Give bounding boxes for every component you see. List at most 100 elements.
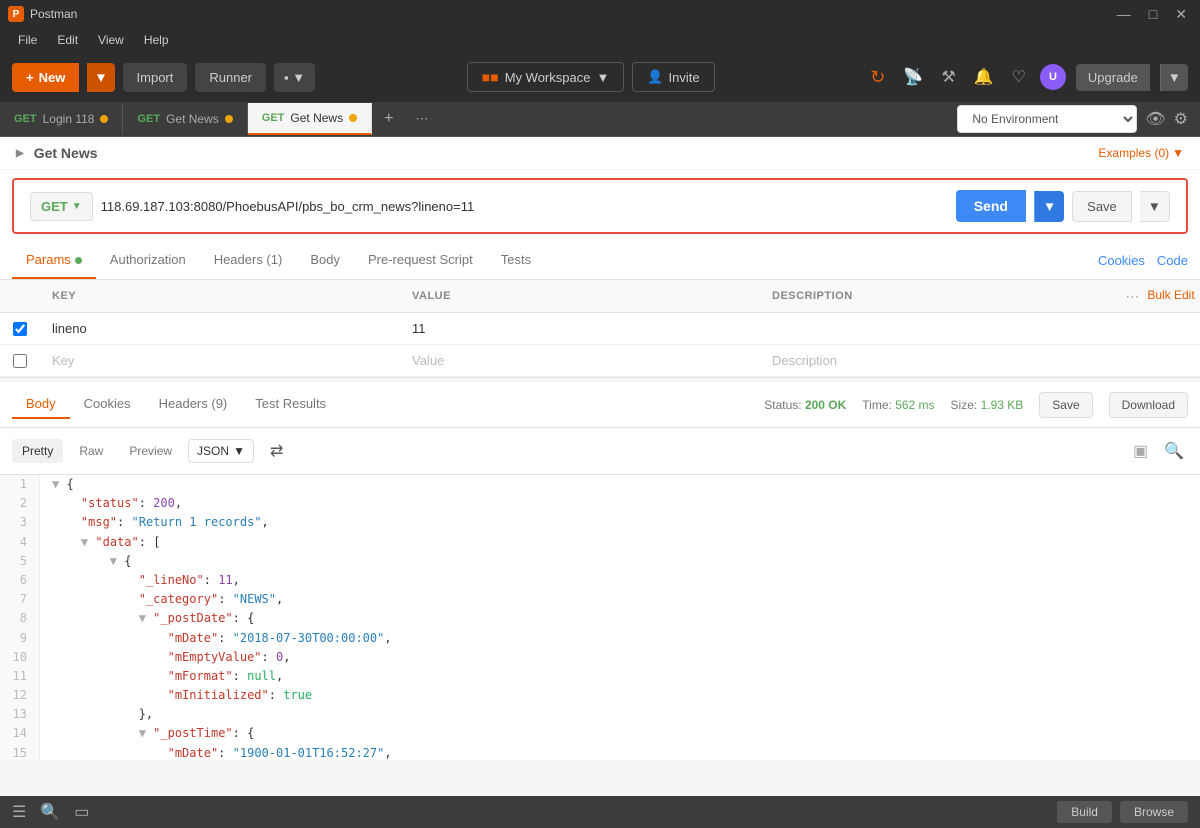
heart-icon[interactable]: ♡	[1008, 63, 1030, 91]
more-tabs-button[interactable]: ⋯	[405, 103, 438, 135]
format-preview-button[interactable]: Preview	[119, 439, 182, 463]
examples-link[interactable]: Examples (0) ▼	[1098, 146, 1184, 160]
eye-icon[interactable]: 👁	[1145, 109, 1165, 129]
tab-get-news-2[interactable]: GET Get News	[248, 103, 372, 135]
method-chevron-icon: ▼	[72, 201, 82, 212]
invite-button[interactable]: 👤 Invite	[632, 62, 714, 92]
send-button[interactable]: Send	[956, 190, 1026, 222]
add-tab-button[interactable]: +	[372, 102, 405, 136]
sync-button[interactable]: ↻	[866, 63, 889, 92]
menu-file[interactable]: File	[8, 31, 47, 49]
code-line-7: 7 "_category": "NEWS",	[0, 590, 1200, 609]
search-bottom-icon[interactable]: 🔍	[40, 802, 60, 822]
resp-tab-headers[interactable]: Headers (9)	[145, 390, 242, 419]
code-link[interactable]: Code	[1157, 253, 1188, 268]
browse-button[interactable]: Browse	[1120, 801, 1188, 823]
tab-pre-request[interactable]: Pre-request Script	[354, 242, 487, 279]
extra-button[interactable]: ▪ ▼	[274, 63, 315, 92]
maximize-button[interactable]: □	[1144, 4, 1162, 25]
save-dropdown-button[interactable]: ▼	[1140, 191, 1170, 222]
word-wrap-button[interactable]: ⇄	[260, 436, 293, 466]
format-json-label: JSON	[197, 444, 229, 458]
search-button[interactable]: 🔍	[1160, 437, 1188, 465]
collapse-arrow-icon: ▶	[16, 148, 24, 159]
tab-tests[interactable]: Tests	[487, 242, 545, 279]
avatar[interactable]: U	[1040, 64, 1066, 90]
upgrade-button[interactable]: Upgrade	[1076, 64, 1150, 91]
upgrade-dropdown-button[interactable]: ▼	[1160, 64, 1188, 91]
code-line-3: 3 "msg": "Return 1 records",	[0, 513, 1200, 532]
param-empty-checkbox[interactable]	[13, 354, 27, 368]
resp-tab-test-results[interactable]: Test Results	[241, 390, 340, 419]
minimize-button[interactable]: —	[1112, 4, 1136, 25]
panel-bottom-icon[interactable]: ▭	[74, 802, 89, 822]
url-input[interactable]	[101, 199, 948, 214]
param-lineno-checkbox[interactable]	[13, 322, 27, 336]
menu-view[interactable]: View	[88, 31, 134, 49]
cookies-link[interactable]: Cookies	[1098, 253, 1145, 268]
bottom-bar: ☰ 🔍 ▭ Build Browse	[0, 796, 1200, 828]
req-tabs-right: Cookies Code	[1098, 253, 1188, 268]
tab-authorization[interactable]: Authorization	[96, 242, 200, 279]
workspace-chevron-icon: ▼	[596, 70, 609, 85]
code-line-8: 8 ▼ "_postDate": {	[0, 609, 1200, 628]
examples-chevron-icon: ▼	[1172, 146, 1184, 160]
param-lineno-desc[interactable]	[760, 321, 1120, 337]
request-name[interactable]: ▶ Get News	[16, 145, 98, 161]
invite-person-icon: 👤	[647, 69, 663, 85]
format-chevron-icon: ▼	[233, 444, 245, 458]
menu-edit[interactable]: Edit	[47, 31, 88, 49]
code-line-5: 5 ▼ {	[0, 552, 1200, 571]
send-dropdown-button[interactable]: ▼	[1034, 191, 1064, 222]
settings-icon[interactable]: ⚙	[1174, 109, 1188, 129]
code-line-15: 15 "mDate": "1900-01-01T16:52:27",	[0, 744, 1200, 760]
resp-tab-body[interactable]: Body	[12, 390, 70, 419]
copy-button[interactable]: ▣	[1129, 437, 1152, 465]
tab-get-news-1[interactable]: GET Get News	[123, 104, 247, 134]
new-dropdown-button[interactable]: ▼	[87, 63, 114, 92]
tab-headers[interactable]: Headers (1)	[200, 242, 297, 279]
param-empty-value[interactable]: Value	[400, 345, 760, 376]
resp-save-button[interactable]: Save	[1039, 392, 1092, 418]
param-lineno-value[interactable]: 11	[400, 313, 760, 344]
request-panel: ▶ Get News Examples (0) ▼ GET ▼ Send ▼ S…	[0, 137, 1200, 378]
tab-name: Get News	[290, 111, 343, 125]
tab-params[interactable]: Params	[12, 242, 96, 279]
tab-login-118[interactable]: GET Login 118	[0, 104, 123, 134]
resp-tab-cookies[interactable]: Cookies	[70, 390, 145, 419]
tab-body[interactable]: Body	[296, 242, 354, 279]
resp-download-button[interactable]: Download	[1109, 392, 1188, 418]
resp-toolbar-right: ▣ 🔍	[1129, 437, 1188, 465]
menu-help[interactable]: Help	[134, 31, 179, 49]
import-button[interactable]: Import	[123, 63, 188, 92]
close-button[interactable]: ✕	[1170, 4, 1192, 25]
satellite-icon[interactable]: 📡	[899, 63, 927, 91]
window-controls: — □ ✕	[1112, 4, 1192, 25]
new-button[interactable]: + New	[12, 63, 79, 92]
tools-icon[interactable]: ⚒	[937, 63, 959, 91]
param-empty-key[interactable]: Key	[40, 345, 400, 376]
workspace-button[interactable]: ■■ My Workspace ▼	[467, 62, 625, 92]
app-icon: P	[8, 6, 24, 22]
format-pretty-button[interactable]: Pretty	[12, 439, 63, 463]
tabs-bar: GET Login 118 GET Get News GET Get News …	[0, 102, 1200, 137]
notifications-icon[interactable]: 🔔	[970, 63, 998, 91]
build-button[interactable]: Build	[1057, 801, 1112, 823]
param-empty-desc[interactable]: Description	[760, 345, 1120, 376]
format-raw-button[interactable]: Raw	[69, 439, 113, 463]
format-json-select[interactable]: JSON ▼	[188, 439, 254, 463]
toolbar-center: ■■ My Workspace ▼ 👤 Invite	[323, 62, 858, 92]
sidebar-toggle-icon[interactable]: ☰	[12, 802, 26, 822]
status-label: Status: 200 OK	[764, 398, 846, 412]
runner-button[interactable]: Runner	[195, 63, 266, 92]
param-lineno-key[interactable]: lineno	[40, 313, 400, 344]
method-select[interactable]: GET ▼	[30, 192, 93, 221]
code-line-2: 2 "status": 200,	[0, 494, 1200, 513]
response-status: Status: 200 OK Time: 562 ms Size: 1.93 K…	[764, 392, 1188, 418]
code-area[interactable]: 1 ▼ { 2 "status": 200, 3 "msg": "Return …	[0, 475, 1200, 760]
save-button[interactable]: Save	[1072, 191, 1132, 222]
bulk-edit-button[interactable]: Bulk Edit	[1147, 288, 1194, 305]
environment-select[interactable]: No Environment	[957, 105, 1137, 133]
params-table: KEY VALUE DESCRIPTION ⋯ Bulk Edit lineno…	[0, 280, 1200, 377]
desc-col-header: DESCRIPTION	[760, 286, 1120, 306]
